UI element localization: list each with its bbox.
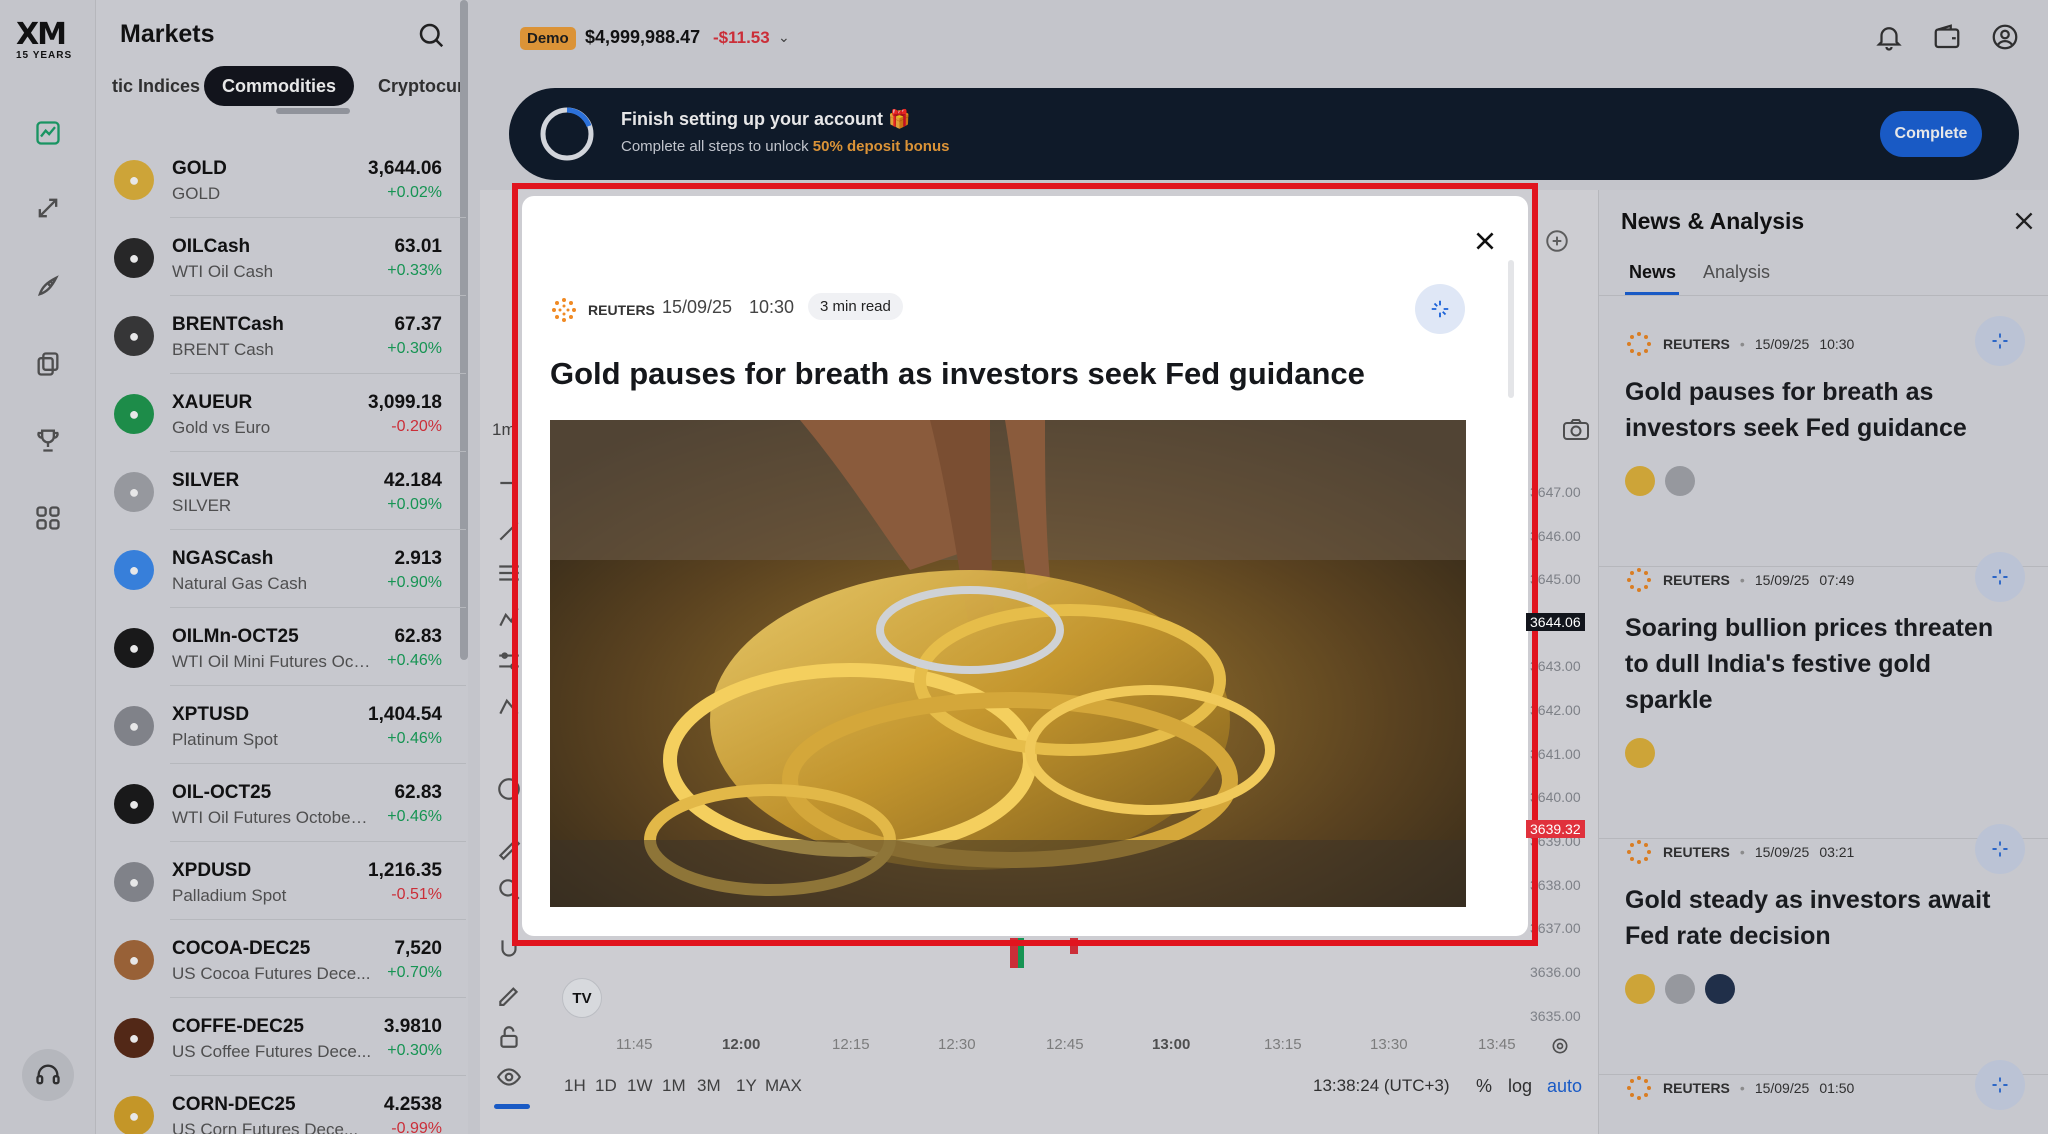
ai-sparkle-icon[interactable] — [1415, 284, 1465, 334]
close-icon[interactable] — [1472, 228, 1498, 254]
article-title: Gold pauses for breath as investors seek… — [550, 356, 1365, 391]
source-name: REUTERS — [588, 302, 655, 318]
read-time-badge: 3 min read — [808, 293, 903, 320]
gold-jewellery-photo — [550, 420, 1466, 907]
news-article-modal: REUTERS 15/09/25 10:30 3 min read Gold p… — [522, 196, 1528, 936]
price-tick: 3639.32 — [1526, 820, 1585, 838]
article-source: REUTERS — [550, 296, 655, 324]
article-date: 15/09/25 — [662, 297, 733, 317]
article-time: 10:30 — [749, 297, 795, 317]
article-image — [550, 420, 1466, 907]
reuters-logo-icon — [552, 298, 576, 322]
modal-scrollbar[interactable] — [1508, 260, 1514, 398]
price-tick: 3644.06 — [1526, 613, 1585, 631]
